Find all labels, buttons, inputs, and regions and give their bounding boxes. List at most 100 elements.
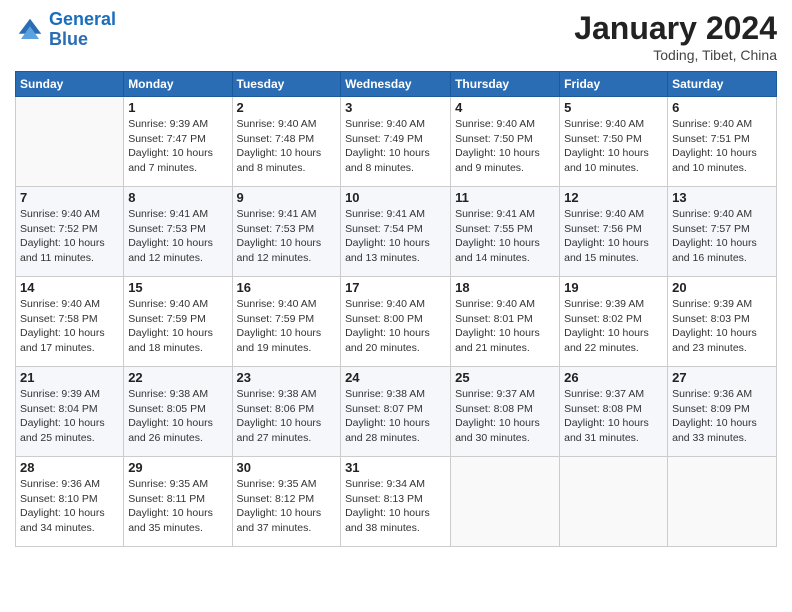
daylight-text: Daylight: 10 hours and 8 minutes. <box>345 147 430 174</box>
day-number: 9 <box>237 190 337 205</box>
day-number: 13 <box>672 190 772 205</box>
sunset-text: Sunset: 7:57 PM <box>672 223 750 235</box>
table-row: 21Sunrise: 9:39 AMSunset: 8:04 PMDayligh… <box>16 367 124 457</box>
sunrise-text: Sunrise: 9:39 AM <box>672 298 752 310</box>
logo-line2: Blue <box>49 29 88 49</box>
day-info: Sunrise: 9:41 AMSunset: 7:55 PMDaylight:… <box>455 207 555 266</box>
daylight-text: Daylight: 10 hours and 9 minutes. <box>455 147 540 174</box>
table-row: 22 Sunrise: 9:38 AMSunset: 8:05 PMDayligh… <box>124 367 232 457</box>
day-info: Sunrise: 9:40 AM Sunset: 7:58 PM Daylight:… <box>20 297 119 356</box>
calendar-table: Sunday Monday Tuesday Wednesday Thursday… <box>15 71 777 547</box>
daylight-text: Daylight: 10 hours and 16 minutes. <box>672 237 757 264</box>
sunrise-text: Sunrise: 9:40 AM <box>455 118 535 130</box>
sunset-text: Sunset: 7:52 PM <box>20 223 98 235</box>
daylight-text: Daylight: 10 hours and 38 minutes. <box>345 507 430 534</box>
page: General Blue January 2024 Toding, Tibet,… <box>0 0 792 612</box>
sunrise-text: Sunrise: 9:40 AM <box>20 298 100 310</box>
day-number: 21 <box>20 370 119 385</box>
table-row: 30Sunrise: 9:35 AMSunset: 8:12 PMDayligh… <box>232 457 341 547</box>
table-row: 11 Sunrise: 9:41 AMSunset: 7:55 PMDayligh… <box>451 187 560 277</box>
header: General Blue January 2024 Toding, Tibet,… <box>15 10 777 63</box>
sunset-text: Sunset: 8:06 PM <box>237 403 315 415</box>
header-tuesday: Tuesday <box>232 72 341 97</box>
day-number: 11 <box>455 190 555 205</box>
table-row: 14 Sunrise: 9:40 AM Sunset: 7:58 PM Dayligh… <box>16 277 124 367</box>
sunset-text: Sunset: 8:10 PM <box>20 493 98 505</box>
logo: General Blue <box>15 10 116 50</box>
day-number: 6 <box>672 100 772 115</box>
table-row: 25Sunrise: 9:37 AMSunset: 8:08 PMDayligh… <box>451 367 560 457</box>
day-info: Sunrise: 9:37 AMSunset: 8:08 PMDaylight:… <box>564 387 663 446</box>
table-row <box>668 457 777 547</box>
sunrise-text: Sunrise: 9:40 AM <box>455 298 535 310</box>
table-row <box>16 97 124 187</box>
table-row: 29 Sunrise: 9:35 AMSunset: 8:11 PMDayligh… <box>124 457 232 547</box>
daylight-text: Daylight: 10 hours and 31 minutes. <box>564 417 649 444</box>
title-block: January 2024 Toding, Tibet, China <box>574 10 777 63</box>
daylight-text: Daylight: 10 hours and 17 minutes. <box>20 327 105 354</box>
day-info: Sunrise: 9:36 AMSunset: 8:09 PMDaylight:… <box>672 387 772 446</box>
day-number: 25 <box>455 370 555 385</box>
calendar-week-row: 14 Sunrise: 9:40 AM Sunset: 7:58 PM Dayligh… <box>16 277 777 367</box>
daylight-text: Daylight: 10 hours and 13 minutes. <box>345 237 430 264</box>
sunset-text: Sunset: 8:09 PM <box>672 403 750 415</box>
daylight-text: Daylight: 10 hours and 10 minutes. <box>564 147 649 174</box>
day-info: Sunrise: 9:39 AMSunset: 7:47 PMDaylight:… <box>128 117 227 176</box>
table-row: 12Sunrise: 9:40 AMSunset: 7:56 PMDayligh… <box>560 187 668 277</box>
sunrise-text: Sunrise: 9:40 AM <box>237 118 317 130</box>
daylight-text: Daylight: 10 hours and 12 minutes. <box>128 237 213 264</box>
sunset-text: Sunset: 7:53 PM <box>128 223 206 235</box>
sunset-text: Sunset: 8:07 PM <box>345 403 423 415</box>
day-info: Sunrise: 9:38 AMSunset: 8:05 PMDaylight:… <box>128 387 227 446</box>
table-row: 10Sunrise: 9:41 AMSunset: 7:54 PMDayligh… <box>341 187 451 277</box>
day-number: 14 <box>20 280 119 295</box>
sunset-text: Sunset: 8:01 PM <box>455 313 533 325</box>
day-number: 19 <box>564 280 663 295</box>
day-number: 2 <box>237 100 337 115</box>
day-number: 29 <box>128 460 227 475</box>
sunrise-text: Sunrise: 9:40 AM <box>128 298 208 310</box>
header-monday: Monday <box>124 72 232 97</box>
sunrise-text: Sunrise: 9:40 AM <box>345 298 425 310</box>
day-number: 30 <box>237 460 337 475</box>
day-number: 4 <box>455 100 555 115</box>
sunset-text: Sunset: 7:59 PM <box>128 313 206 325</box>
day-number: 24 <box>345 370 446 385</box>
daylight-text: Daylight: 10 hours and 27 minutes. <box>237 417 322 444</box>
table-row: 13Sunrise: 9:40 AMSunset: 7:57 PMDayligh… <box>668 187 777 277</box>
day-info: Sunrise: 9:41 AMSunset: 7:53 PMDaylight:… <box>128 207 227 266</box>
sunset-text: Sunset: 8:04 PM <box>20 403 98 415</box>
day-info: Sunrise: 9:40 AMSunset: 7:59 PMDaylight:… <box>128 297 227 356</box>
sunset-text: Sunset: 7:49 PM <box>345 133 423 145</box>
sunset-text: Sunset: 7:56 PM <box>564 223 642 235</box>
day-info: Sunrise: 9:35 AMSunset: 8:11 PMDaylight:… <box>128 477 227 536</box>
daylight-text: Daylight: 10 hours and 22 minutes. <box>564 327 649 354</box>
sunrise-text: Sunrise: 9:38 AM <box>128 388 208 400</box>
sunset-text: Sunset: 7:58 PM <box>20 313 98 325</box>
daylight-text: Daylight: 10 hours and 23 minutes. <box>672 327 757 354</box>
sunrise-text: Sunrise: 9:39 AM <box>564 298 644 310</box>
day-info: Sunrise: 9:39 AM Sunset: 8:02 PM Daylight:… <box>564 297 663 356</box>
table-row: 9Sunrise: 9:41 AMSunset: 7:53 PMDaylight… <box>232 187 341 277</box>
day-info: Sunrise: 9:40 AMSunset: 7:49 PMDaylight:… <box>345 117 446 176</box>
day-info: Sunrise: 9:41 AMSunset: 7:54 PMDaylight:… <box>345 207 446 266</box>
table-row <box>451 457 560 547</box>
daylight-text: Daylight: 10 hours and 26 minutes. <box>128 417 213 444</box>
logo-icon <box>15 15 45 45</box>
sunset-text: Sunset: 8:02 PM <box>564 313 642 325</box>
day-number: 22 <box>128 370 227 385</box>
daylight-text: Daylight: 10 hours and 30 minutes. <box>455 417 540 444</box>
day-number: 8 <box>128 190 227 205</box>
daylight-text: Daylight: 10 hours and 12 minutes. <box>237 237 322 264</box>
sunrise-text: Sunrise: 9:37 AM <box>455 388 535 400</box>
sunset-text: Sunset: 7:53 PM <box>237 223 315 235</box>
header-saturday: Saturday <box>668 72 777 97</box>
daylight-text: Daylight: 10 hours and 37 minutes. <box>237 507 322 534</box>
sunrise-text: Sunrise: 9:40 AM <box>672 118 752 130</box>
day-info: Sunrise: 9:40 AMSunset: 7:48 PMDaylight:… <box>237 117 337 176</box>
daylight-text: Daylight: 10 hours and 28 minutes. <box>345 417 430 444</box>
day-info: Sunrise: 9:40 AMSunset: 7:50 PMDaylight:… <box>455 117 555 176</box>
sunrise-text: Sunrise: 9:34 AM <box>345 478 425 490</box>
day-info: Sunrise: 9:38 AMSunset: 8:06 PMDaylight:… <box>237 387 337 446</box>
sunrise-text: Sunrise: 9:39 AM <box>128 118 208 130</box>
